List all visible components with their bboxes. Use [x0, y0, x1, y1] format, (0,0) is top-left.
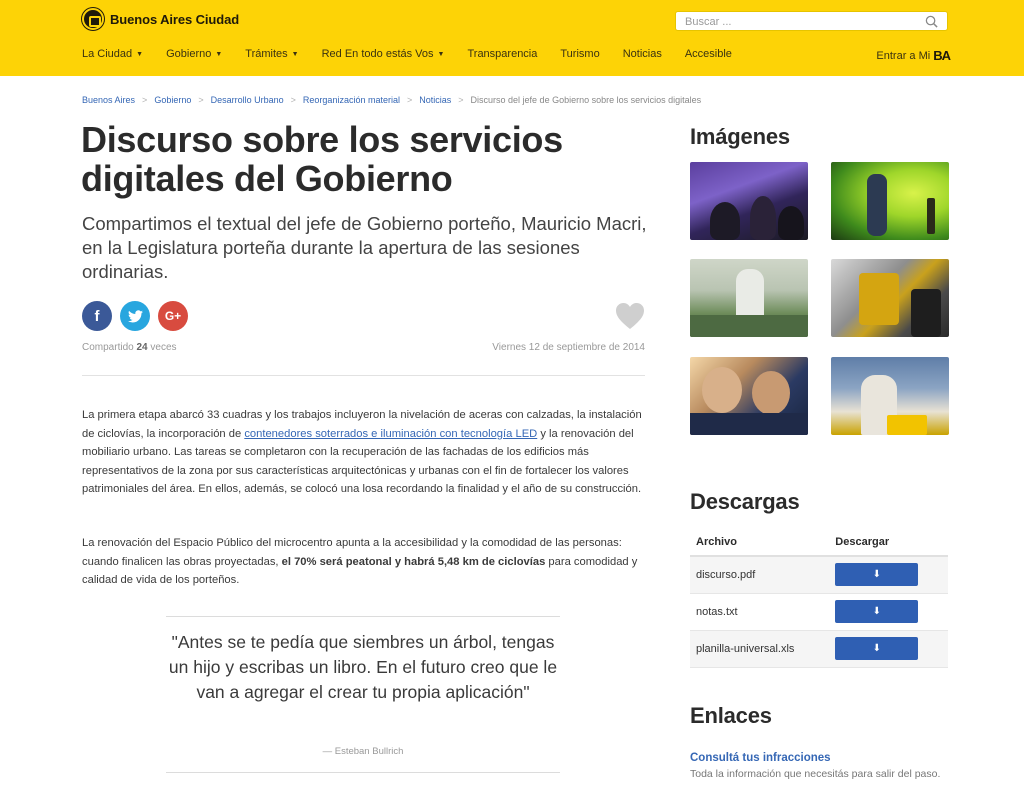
login-link[interactable]: Entrar a Mi BA [876, 48, 951, 63]
nav-tramites[interactable]: Trámites ▼ [245, 48, 298, 60]
site-header: Buenos Aires Ciudad La Ciudad▼ Gobierno▼… [0, 0, 1024, 76]
download-icon: ⬇ [872, 606, 881, 617]
inline-link[interactable]: contenedores soterrados e iluminación co… [244, 428, 537, 440]
breadcrumb-link[interactable]: Noticias [419, 95, 451, 105]
breadcrumb: Buenos Aires > Gobierno > Desarrollo Urban… [82, 95, 701, 105]
login-label: Entrar a Mi [876, 49, 931, 62]
article-paragraph: La renovación del Espacio Público del mi… [82, 537, 638, 586]
heart-icon[interactable] [614, 301, 646, 331]
publish-date: Viernes 12 de septiembre de 2014 [492, 342, 645, 353]
quote-divider [166, 772, 560, 773]
table-header-row: Archivo Descargar [690, 528, 948, 557]
nav-transparencia[interactable]: Transparencia [467, 48, 537, 60]
facebook-icon: f [94, 307, 100, 325]
download-icon: ⬇ [872, 569, 881, 581]
breadcrumb-separator: > [458, 95, 464, 105]
links-heading: Enlaces [690, 703, 772, 728]
article-paragraph: La primera etapa abarcó 33 cuadras y los… [82, 409, 642, 495]
share-buttons: f t G+ [82, 301, 196, 331]
quote-author: — Esteban Bullrich [322, 746, 404, 757]
downloads-heading: Descargas [690, 489, 800, 514]
download-button[interactable]: ⬇ [835, 600, 919, 623]
nav-accesible[interactable]: Accesible [685, 48, 732, 60]
caret-down-icon: ▼ [291, 50, 299, 58]
search-icon[interactable] [925, 15, 938, 28]
link-description: Toda la información que necesitás para s… [690, 768, 941, 780]
gallery-thumbnail[interactable] [831, 259, 949, 337]
breadcrumb-link[interactable]: Buenos Aires [82, 95, 135, 105]
google-plus-share-button[interactable]: G+ [158, 301, 188, 331]
download-icon: ⬇ [872, 643, 881, 654]
breadcrumb-current: Discurso del jefe de Gobierno sobre los … [470, 95, 702, 105]
nav-noticias[interactable]: Noticias [623, 48, 662, 60]
main-nav: La Ciudad ▼ Gobierno ▼ Trámites ▼ Red En to… [82, 48, 755, 60]
search-box [675, 11, 948, 31]
downloads-table: Archivo Descargar discurso.pdf ⬇ notas.t… [690, 528, 948, 668]
twitter-icon [127, 309, 143, 322]
breadcrumb-separator: > [198, 95, 204, 105]
search-input[interactable] [676, 13, 916, 31]
table-row: notas.txt ⬇ [690, 593, 948, 631]
site-logo[interactable]: Buenos Aires Ciudad [82, 8, 239, 30]
gallery-thumbnail[interactable] [690, 357, 808, 435]
quote-divider [166, 616, 560, 617]
article-subtitle: Compartimos el textual del jefe de Gobie… [82, 213, 647, 282]
download-button[interactable]: ⬇ [835, 563, 919, 587]
google-plus-icon: G+ [164, 309, 182, 323]
caret-down-icon: ▼ [437, 50, 445, 58]
article-title: Discurso sobre los servicios digitales d… [81, 119, 563, 199]
mi-ba-logo: BA [933, 48, 951, 63]
breadcrumb-link[interactable]: Desarrollo Urbano [211, 95, 284, 105]
table-row: planilla-universal.xls ⬇ [690, 630, 948, 668]
nav-red-en-todo[interactable]: Red En todo estás Vos ▼ [322, 48, 445, 60]
gallery-thumbnail[interactable] [690, 162, 808, 240]
download-button[interactable]: ⬇ [835, 637, 919, 660]
breadcrumb-separator: > [406, 95, 413, 105]
breadcrumb-link[interactable]: Reorganización material [303, 95, 400, 105]
breadcrumb-separator: > [290, 95, 296, 105]
twitter-share-button[interactable]: t [120, 301, 150, 331]
breadcrumb-separator: > [142, 95, 148, 105]
nav-la-ciudad[interactable]: La Ciudad ▼ [82, 48, 143, 60]
link-infracciones[interactable]: Consultá tus infracciones [690, 752, 831, 764]
facebook-share-button[interactable]: f [82, 301, 112, 331]
caret-down-icon: ▼ [215, 50, 223, 58]
column-header: Archivo [690, 528, 830, 557]
file-name: notas.txt [690, 593, 830, 631]
column-header: Descargar [829, 528, 948, 557]
divider [82, 375, 645, 376]
nav-turismo[interactable]: Turismo [560, 48, 599, 60]
breadcrumb-link[interactable]: Gobierno [154, 95, 191, 105]
images-heading: Imágenes [690, 124, 790, 149]
shared-count: Compartido 24 veces [82, 342, 177, 353]
table-row: discurso.pdf ⬇ [690, 556, 948, 594]
logo-text: Buenos Aires Ciudad [110, 11, 240, 27]
gallery-thumbnail[interactable] [690, 259, 808, 337]
file-name: planilla-universal.xls [690, 630, 830, 668]
nav-gobierno[interactable]: Gobierno ▼ [166, 48, 222, 60]
gallery-thumbnail[interactable] [831, 357, 949, 435]
caret-down-icon: ▼ [136, 50, 144, 58]
city-logo-icon [82, 8, 104, 30]
file-name: discurso.pdf [690, 556, 830, 594]
gallery-thumbnail[interactable] [831, 162, 949, 240]
pull-quote: "Antes se te pedía que siembres un árbol… [168, 632, 558, 702]
